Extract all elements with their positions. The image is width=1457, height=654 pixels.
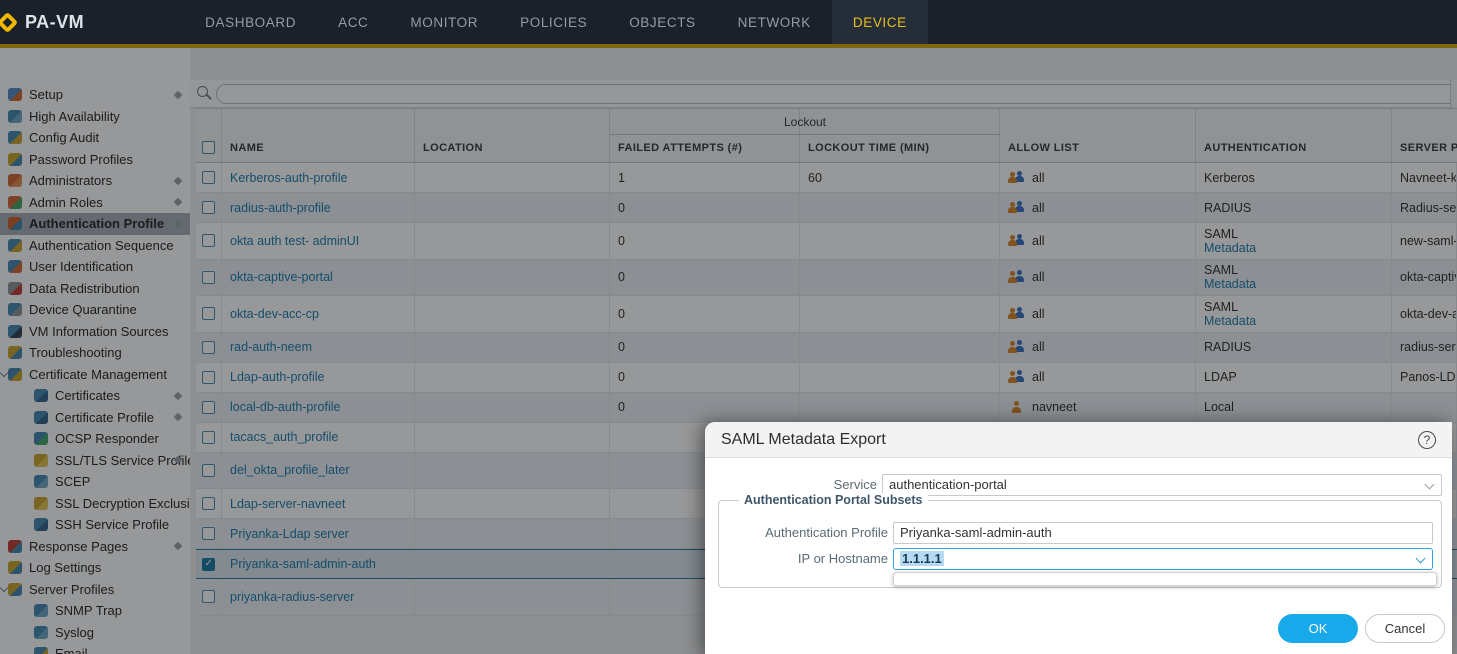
pan-logo-icon xyxy=(0,11,18,32)
nav-tab-objects[interactable]: OBJECTS xyxy=(608,0,716,44)
service-select[interactable]: authentication-portal xyxy=(882,474,1442,496)
group-legend: Authentication Portal Subsets xyxy=(739,493,928,507)
ip-or-hostname-combobox[interactable]: 1.1.1.1 xyxy=(893,548,1433,570)
chevron-down-icon xyxy=(1425,480,1435,490)
cancel-button[interactable]: Cancel xyxy=(1365,614,1445,643)
dialog-title: SAML Metadata Export xyxy=(721,431,886,449)
authentication-profile-label: Authentication Profile xyxy=(728,522,888,544)
ip-suggestion-listbox[interactable] xyxy=(893,572,1437,586)
service-select-value: authentication-portal xyxy=(889,477,1007,492)
authentication-profile-value: Priyanka-saml-admin-auth xyxy=(900,525,1052,540)
nav-tab-device[interactable]: DEVICE xyxy=(832,0,928,44)
brand-name: PA-VM xyxy=(25,12,84,33)
nav-tab-monitor[interactable]: MONITOR xyxy=(389,0,499,44)
nav-tab-acc[interactable]: ACC xyxy=(317,0,389,44)
saml-metadata-export-dialog: SAML Metadata Export ? Service authentic… xyxy=(705,422,1452,654)
nav-tab-policies[interactable]: POLICIES xyxy=(499,0,608,44)
authentication-profile-input[interactable]: Priyanka-saml-admin-auth xyxy=(893,522,1433,544)
brand: PA-VM xyxy=(6,12,84,33)
chevron-down-icon xyxy=(1416,554,1426,564)
top-navbar: PA-VM DASHBOARDACCMONITORPOLICIESOBJECTS… xyxy=(0,0,1457,44)
ip-or-hostname-label: IP or Hostname xyxy=(728,548,888,570)
ok-button[interactable]: OK xyxy=(1278,614,1358,643)
nav-tabs: DASHBOARDACCMONITORPOLICIESOBJECTSNETWOR… xyxy=(184,0,928,44)
app-window: PA-VM DASHBOARDACCMONITORPOLICIESOBJECTS… xyxy=(0,0,1457,654)
help-icon[interactable]: ? xyxy=(1418,431,1436,449)
ip-or-hostname-value: 1.1.1.1 xyxy=(900,551,944,566)
nav-tab-network[interactable]: NETWORK xyxy=(717,0,832,44)
nav-tab-dashboard[interactable]: DASHBOARD xyxy=(184,0,317,44)
dialog-header: SAML Metadata Export ? xyxy=(705,422,1452,458)
